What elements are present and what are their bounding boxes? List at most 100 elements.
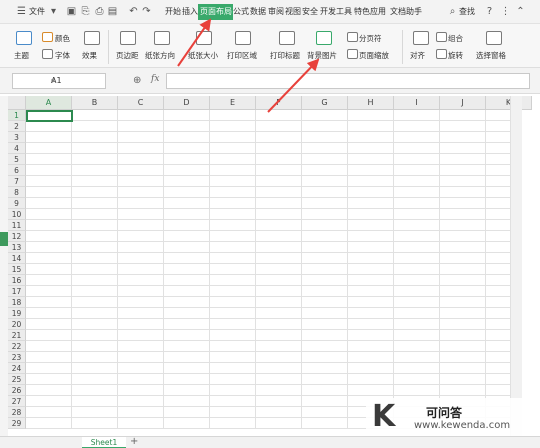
row-header[interactable]: 20	[8, 319, 26, 330]
group-icon[interactable]	[436, 32, 447, 42]
column-header[interactable]: I	[394, 96, 440, 110]
tab-security[interactable]: 安全	[302, 6, 318, 17]
row-header[interactable]: 28	[8, 407, 26, 418]
vertical-scrollbar[interactable]	[510, 96, 522, 436]
column-header[interactable]: A	[26, 96, 72, 110]
undo-icon[interactable]: ↶	[128, 6, 139, 17]
row-header[interactable]: 22	[8, 341, 26, 352]
row-header[interactable]: 25	[8, 374, 26, 385]
tab-formulas[interactable]: 公式	[233, 6, 249, 17]
row-header[interactable]: 23	[8, 352, 26, 363]
row-header[interactable]: 1	[8, 110, 26, 121]
search-icon[interactable]: ⌕	[447, 6, 458, 17]
column-header[interactable]: K	[486, 96, 532, 110]
column-header[interactable]: H	[348, 96, 394, 110]
cell-grid[interactable]	[26, 110, 520, 429]
row-header[interactable]: 21	[8, 330, 26, 341]
rotate-icon[interactable]	[436, 49, 447, 59]
dropdown-arrow-icon[interactable]: ▾	[48, 6, 59, 17]
tab-doc-assistant[interactable]: 文档助手	[390, 6, 422, 17]
collapse-ribbon-icon[interactable]: ⌃	[515, 6, 526, 17]
row-header[interactable]: 5	[8, 154, 26, 165]
row-header[interactable]: 19	[8, 308, 26, 319]
tab-page-layout[interactable]: 页面布局	[198, 4, 233, 20]
add-sheet-icon[interactable]: +	[130, 436, 138, 447]
name-box-dropdown-icon[interactable]: ▾	[51, 74, 102, 88]
insert-function-button[interactable]: fx	[151, 74, 159, 84]
print-area-icon[interactable]	[235, 31, 251, 45]
align-icon[interactable]	[413, 31, 429, 45]
formula-input[interactable]	[166, 73, 530, 89]
row-header[interactable]: 27	[8, 396, 26, 407]
row-header[interactable]: 17	[8, 286, 26, 297]
row-header[interactable]: 12	[8, 231, 26, 242]
margins-button[interactable]: 页边距	[116, 50, 139, 61]
column-header[interactable]: G	[302, 96, 348, 110]
column-header[interactable]: B	[72, 96, 118, 110]
tab-developer[interactable]: 开发工具	[320, 6, 352, 17]
print-area-button[interactable]: 打印区域	[227, 50, 257, 61]
redo-icon[interactable]: ↷	[141, 6, 152, 17]
row-header[interactable]: 14	[8, 253, 26, 264]
row-header[interactable]: 24	[8, 363, 26, 374]
row-header[interactable]: 18	[8, 297, 26, 308]
print-titles-icon[interactable]	[279, 31, 295, 45]
row-header[interactable]: 9	[8, 198, 26, 209]
print-icon[interactable]: ▤	[107, 6, 118, 17]
tab-home[interactable]: 开始	[165, 6, 181, 17]
rotate-button[interactable]: 旋转	[448, 50, 463, 61]
tab-view[interactable]: 视图	[285, 6, 301, 17]
search-button[interactable]: 查找	[459, 6, 475, 17]
print-preview-icon[interactable]: ⎙	[94, 6, 105, 17]
colors-icon[interactable]	[42, 32, 53, 42]
zoom-icon[interactable]: ⊕	[133, 75, 141, 86]
background-image-icon[interactable]	[316, 31, 332, 45]
column-header[interactable]: E	[210, 96, 256, 110]
row-header[interactable]: 29	[8, 418, 26, 429]
effects-icon[interactable]	[84, 31, 100, 45]
row-header[interactable]: 7	[8, 176, 26, 187]
row-header[interactable]: 6	[8, 165, 26, 176]
tab-special-apps[interactable]: 特色应用	[354, 6, 386, 17]
font-button[interactable]: 字体	[55, 50, 70, 61]
column-header[interactable]: D	[164, 96, 210, 110]
row-header[interactable]: 8	[8, 187, 26, 198]
group-button[interactable]: 组合	[448, 33, 463, 44]
help-icon[interactable]: ?	[484, 6, 495, 17]
theme-icon[interactable]	[16, 31, 32, 45]
page-zoom-button[interactable]: 页面缩放	[359, 50, 389, 61]
save-icon[interactable]: ▣	[66, 6, 77, 17]
file-menu[interactable]: 文件	[29, 6, 45, 17]
row-header[interactable]: 13	[8, 242, 26, 253]
print-titles-button[interactable]: 打印标题	[270, 50, 300, 61]
align-button[interactable]: 对齐	[410, 50, 425, 61]
font-icon[interactable]	[42, 49, 53, 59]
row-header[interactable]: 4	[8, 143, 26, 154]
export-icon[interactable]: ⎘	[80, 6, 91, 17]
row-header[interactable]: 10	[8, 209, 26, 220]
tab-insert[interactable]: 插入	[182, 6, 198, 17]
tab-data[interactable]: 数据	[250, 6, 266, 17]
row-header[interactable]: 15	[8, 264, 26, 275]
row-header[interactable]: 16	[8, 275, 26, 286]
theme-button[interactable]: 主题	[14, 50, 29, 61]
page-zoom-icon[interactable]	[347, 49, 358, 59]
column-header[interactable]: C	[118, 96, 164, 110]
effects-button[interactable]: 效果	[82, 50, 97, 61]
margins-icon[interactable]	[120, 31, 136, 45]
paper-size-button[interactable]: 纸张大小	[188, 50, 218, 61]
active-cell[interactable]	[26, 110, 73, 122]
selection-pane-button[interactable]: 选择窗格	[476, 50, 506, 61]
spreadsheet-grid[interactable]: ABCDEFGHIJK 1 2 3 4 5 6 7 8 9 10 11 12 13 14 15 16 17 18 1…	[8, 96, 532, 436]
background-image-button[interactable]: 背景图片	[307, 50, 337, 61]
name-box[interactable]: A1 ▾	[12, 73, 106, 89]
more-icon[interactable]: ⋮	[500, 6, 511, 17]
page-break-icon[interactable]	[347, 32, 358, 42]
select-all-corner[interactable]	[8, 96, 26, 110]
tab-review[interactable]: 审阅	[268, 6, 284, 17]
page-break-button[interactable]: 分页符	[359, 33, 382, 44]
row-header[interactable]: 3	[8, 132, 26, 143]
orientation-icon[interactable]	[154, 31, 170, 45]
orientation-button[interactable]: 纸张方向	[145, 50, 175, 61]
paper-size-icon[interactable]	[196, 31, 212, 45]
